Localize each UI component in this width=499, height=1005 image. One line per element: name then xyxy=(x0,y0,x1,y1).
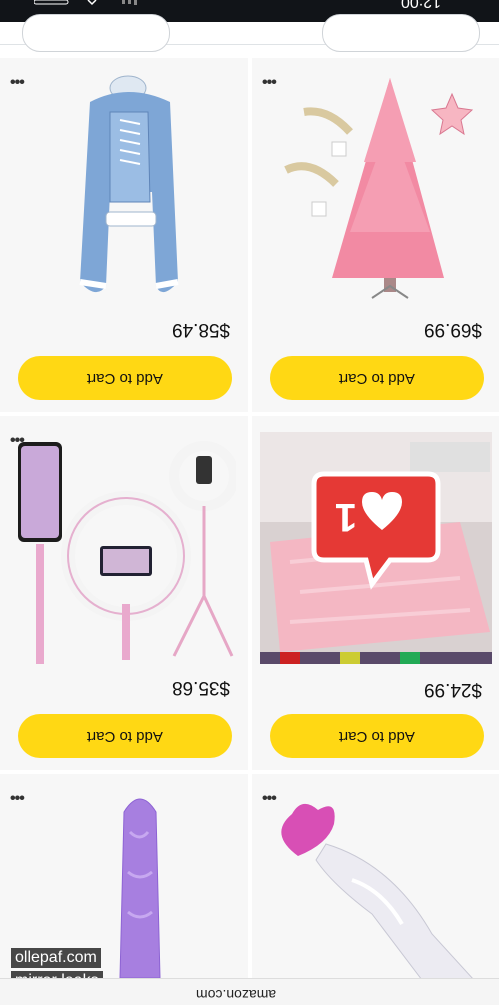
pink-christmas-tree-image xyxy=(284,78,474,299)
price-label: $35.68 xyxy=(171,677,230,698)
heart-icon: 1 xyxy=(311,471,441,590)
signal-icon xyxy=(34,0,137,6)
more-options-icon[interactable]: ••• xyxy=(10,790,25,808)
product-card-pink-ring-light[interactable]: ••• $35.68 Add to Cart xyxy=(0,416,248,770)
glass-heart-image xyxy=(281,803,475,980)
ring-light-image xyxy=(18,441,236,664)
add-to-cart-button[interactable]: Add to Cart xyxy=(270,714,484,758)
toolbar-pill-left[interactable] xyxy=(22,14,170,52)
product-card-blue-costume[interactable]: ••• $58.49 Add to Cart xyxy=(0,58,248,412)
toolbar-pill-right[interactable] xyxy=(322,14,480,52)
blue-costume-image xyxy=(79,75,179,293)
price-label: $69.99 xyxy=(423,319,482,340)
product-card-glass-heart-item[interactable]: ••• xyxy=(252,774,499,980)
watermark-line1: ollepaf.com xyxy=(11,948,101,968)
add-to-cart-button[interactable]: Add to Cart xyxy=(18,356,232,400)
url-label: amazon.com xyxy=(196,987,277,1003)
add-to-cart-label: Add to Cart xyxy=(339,369,415,387)
add-to-cart-label: Add to Cart xyxy=(87,369,163,387)
product-card-pink-christmas-tree[interactable]: ••• $69.99 Add to Cart xyxy=(252,58,499,412)
product-card-pink-rug[interactable]: ••• 1 $24.99 Add to Cart xyxy=(252,416,499,770)
notification-count: 1 xyxy=(335,495,357,539)
top-toolbar xyxy=(0,14,499,52)
add-to-cart-button[interactable]: Add to Cart xyxy=(270,356,484,400)
add-to-cart-button[interactable]: Add to Cart xyxy=(18,714,232,758)
add-to-cart-label: Add to Cart xyxy=(87,727,163,745)
browser-url-bar[interactable]: amazon.com xyxy=(0,978,499,1005)
price-label: $24.99 xyxy=(423,679,482,700)
price-label: $58.49 xyxy=(171,319,230,340)
more-options-icon[interactable]: ••• xyxy=(10,74,25,92)
purple-item-image xyxy=(119,798,161,978)
status-time: 12:00 xyxy=(400,0,441,10)
add-to-cart-label: Add to Cart xyxy=(339,727,415,745)
more-options-icon[interactable]: ••• xyxy=(262,74,277,92)
